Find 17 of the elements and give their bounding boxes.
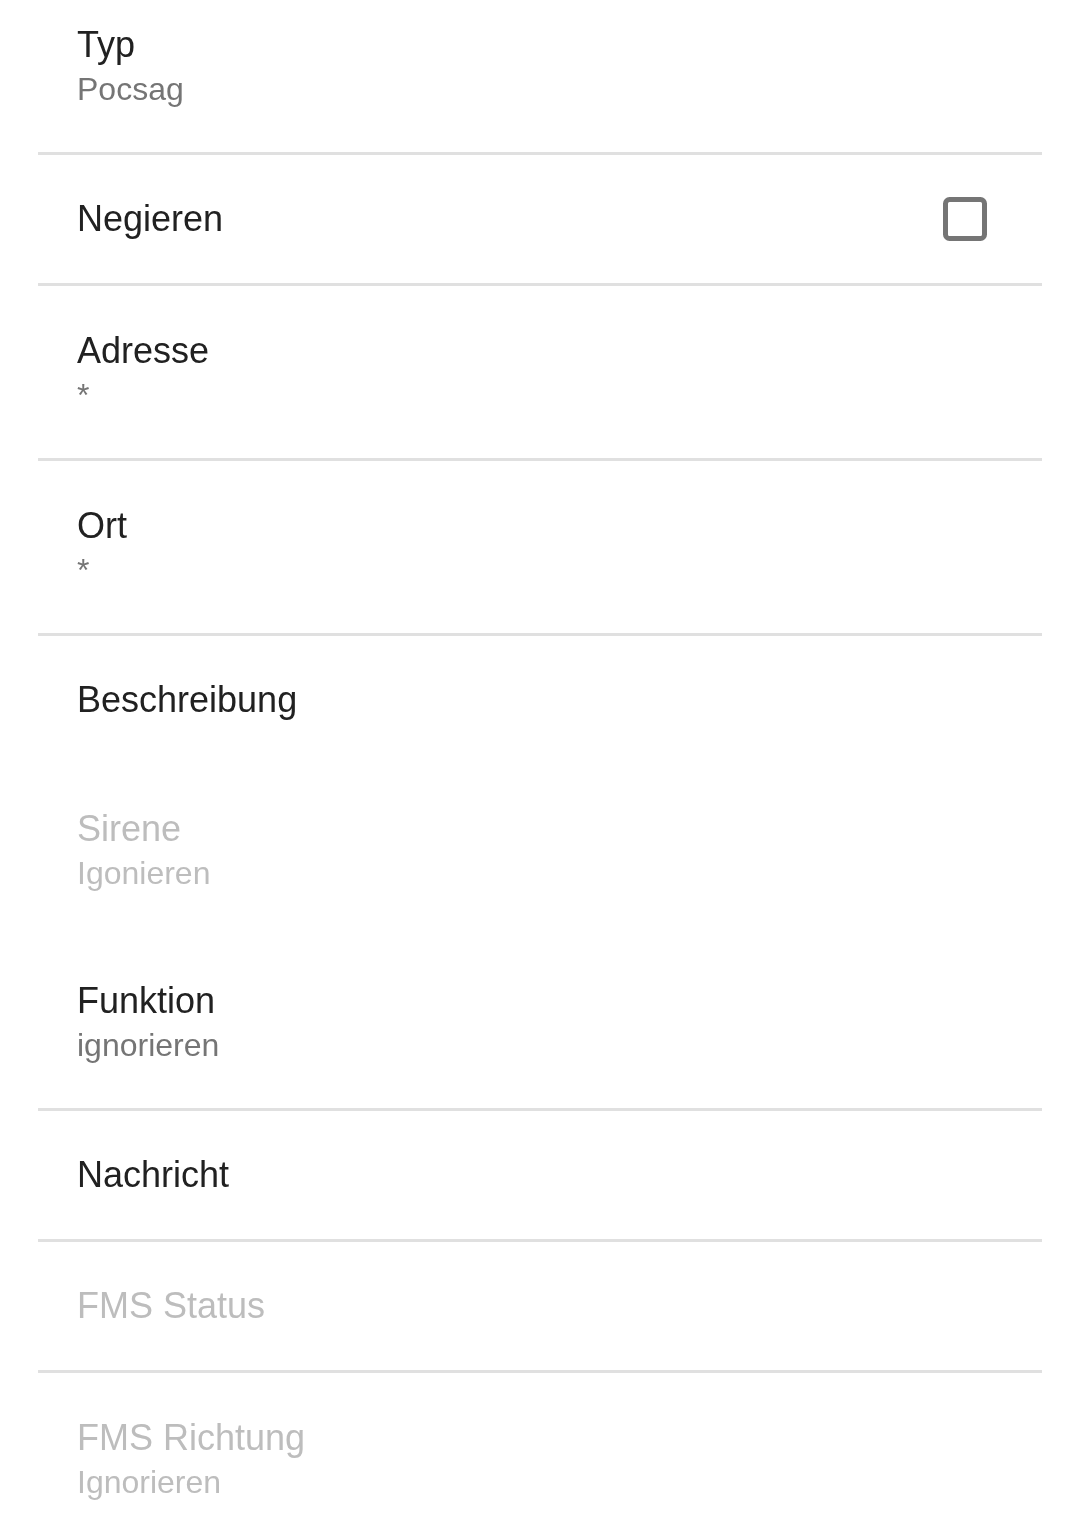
- preference-title: Typ: [77, 23, 137, 67]
- preference-title: Nachricht: [77, 1153, 230, 1197]
- preference-title: Adresse: [77, 329, 210, 373]
- preference-title: FMS Richtung: [77, 1416, 306, 1460]
- preference-summary: Ignorieren: [77, 1463, 223, 1502]
- checkbox[interactable]: [943, 197, 987, 241]
- preference-title: Beschreibung: [77, 678, 298, 722]
- preference-title: Sirene: [77, 807, 183, 851]
- preference-title: Ort: [77, 504, 127, 548]
- preference-summary: ignorieren: [77, 1026, 220, 1065]
- preference-summary: Pocsag: [77, 70, 184, 109]
- preference-summary: *: [77, 376, 91, 415]
- preference-summary: Igonieren: [77, 854, 211, 893]
- preference-summary: *: [77, 551, 91, 590]
- preference-title: Negieren: [77, 197, 224, 241]
- preference-title: Funktion: [77, 979, 217, 1023]
- preference-title: FMS Status: [77, 1284, 266, 1328]
